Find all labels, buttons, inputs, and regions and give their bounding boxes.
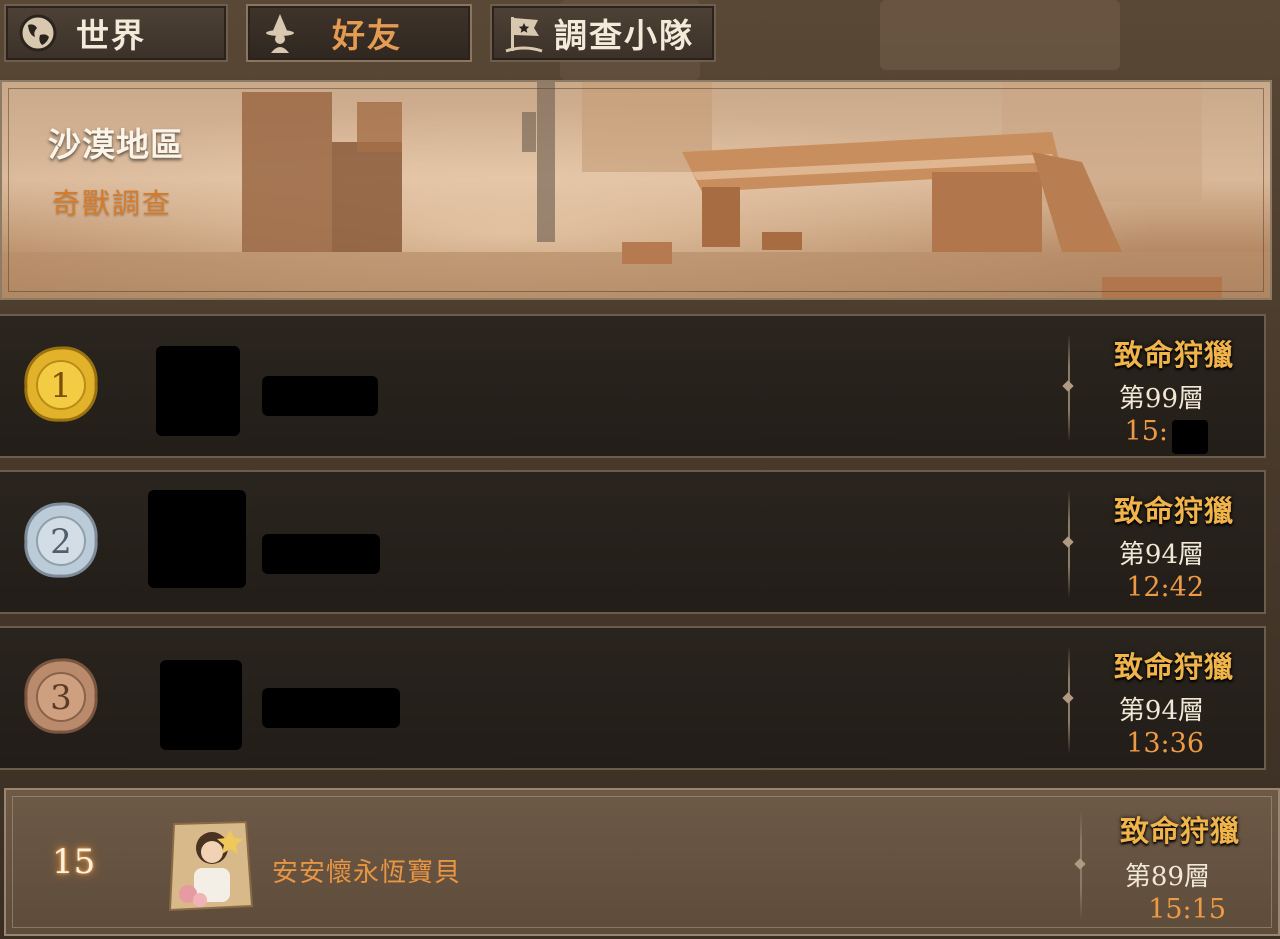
tab-friends[interactable]: 好友 xyxy=(246,4,472,62)
player-name xyxy=(262,376,378,416)
floor-label: 第99層 xyxy=(1118,384,1204,414)
region-subtitle: 奇獸調查 xyxy=(52,187,173,220)
redacted-time xyxy=(1172,420,1208,454)
region-banner: 沙漠地區 奇獸調查 xyxy=(0,80,1272,300)
background-scenery xyxy=(880,0,1120,70)
clear-time: 12:42 xyxy=(1126,572,1204,603)
gold-medal-icon: 1 xyxy=(24,346,98,422)
my-rank-number: 15 xyxy=(52,842,96,882)
mode-label: 致命狩獵 xyxy=(1113,650,1234,684)
clear-time-text: 15: xyxy=(1124,416,1168,447)
tab-world-label: 世界 xyxy=(76,16,146,55)
flag-icon xyxy=(500,9,548,57)
my-player-name: 安安懷永恆寶貝 xyxy=(272,858,462,888)
mode-label: 致命狩獵 xyxy=(1113,494,1234,528)
tab-survey-team-label: 調查小隊 xyxy=(554,16,694,55)
player-name xyxy=(262,534,380,574)
region-title: 沙漠地區 xyxy=(48,125,184,164)
tab-friends-label: 好友 xyxy=(332,16,402,55)
leaderboard-row[interactable]: 2 致命狩獵 第94層 12:42 xyxy=(0,470,1266,614)
divider-ornament xyxy=(1074,858,1086,870)
floor-label: 第94層 xyxy=(1118,540,1204,570)
avatar xyxy=(160,660,242,750)
divider-ornament xyxy=(1062,692,1074,704)
avatar xyxy=(148,490,246,588)
leaderboard-row[interactable]: 3 致命狩獵 第94層 13:36 xyxy=(0,626,1266,770)
medal-rank-number: 2 xyxy=(50,522,72,562)
leaderboard-row[interactable]: 1 致命狩獵 第99層 15: xyxy=(0,314,1266,458)
floor-label: 第94層 xyxy=(1118,696,1204,726)
desert-scene-illustration xyxy=(2,82,1270,298)
divider-ornament xyxy=(1062,380,1074,392)
wizard-icon xyxy=(256,9,304,57)
avatar xyxy=(168,820,254,912)
clear-time: 15: xyxy=(1125,416,1168,447)
my-ranking-row[interactable]: 15 安安懷永恆寶貝 致命狩獵 第89層 15:15 xyxy=(4,788,1280,936)
bronze-medal-icon: 3 xyxy=(24,658,98,734)
divider-ornament xyxy=(1062,536,1074,548)
medal-rank-number: 3 xyxy=(50,678,72,718)
tab-world[interactable]: 世界 xyxy=(4,4,228,62)
floor-label: 第89層 xyxy=(1124,862,1210,892)
silver-medal-icon: 2 xyxy=(24,502,98,578)
avatar xyxy=(156,346,240,436)
player-name xyxy=(262,688,400,728)
mode-label: 致命狩獵 xyxy=(1119,814,1240,848)
medal-rank-number: 1 xyxy=(50,366,72,406)
clear-time: 15:15 xyxy=(1148,894,1226,925)
mode-label: 致命狩獵 xyxy=(1113,338,1234,372)
clear-time: 13:36 xyxy=(1126,728,1204,759)
globe-icon xyxy=(14,9,62,57)
tab-survey-team[interactable]: 調查小隊 xyxy=(490,4,716,62)
